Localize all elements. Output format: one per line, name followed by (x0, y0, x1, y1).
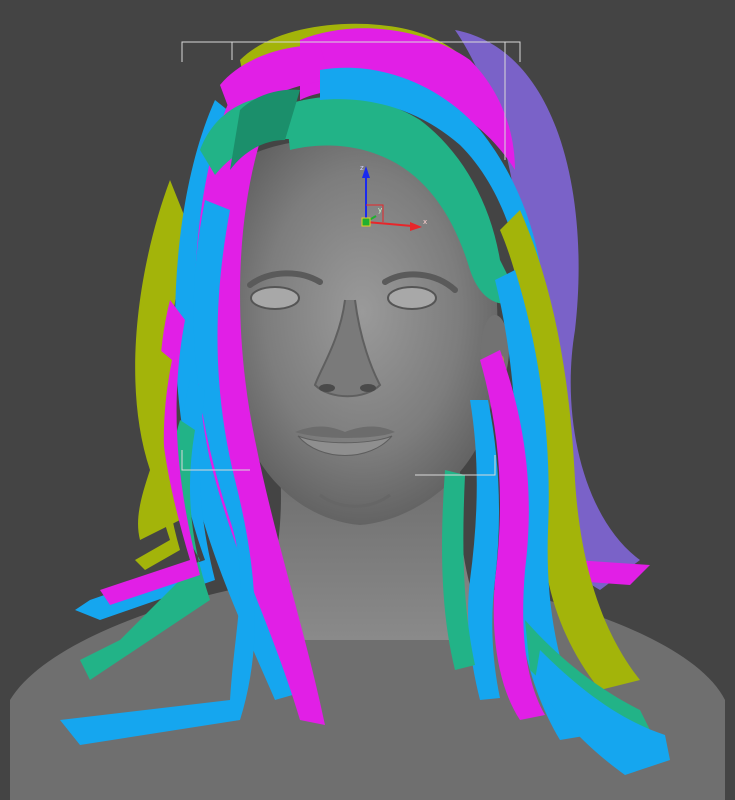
left-eye (250, 286, 300, 310)
3d-viewport[interactable]: z x y (0, 0, 735, 800)
right-nostril (360, 384, 376, 392)
gizmo-center (361, 217, 371, 227)
right-eye (387, 286, 437, 310)
gizmo-y-label: y (378, 206, 382, 214)
left-nostril (319, 384, 335, 392)
gizmo-x-label: x (423, 218, 427, 226)
viewport-canvas[interactable]: z x y (0, 0, 735, 800)
gizmo-z-label: z (360, 164, 364, 172)
